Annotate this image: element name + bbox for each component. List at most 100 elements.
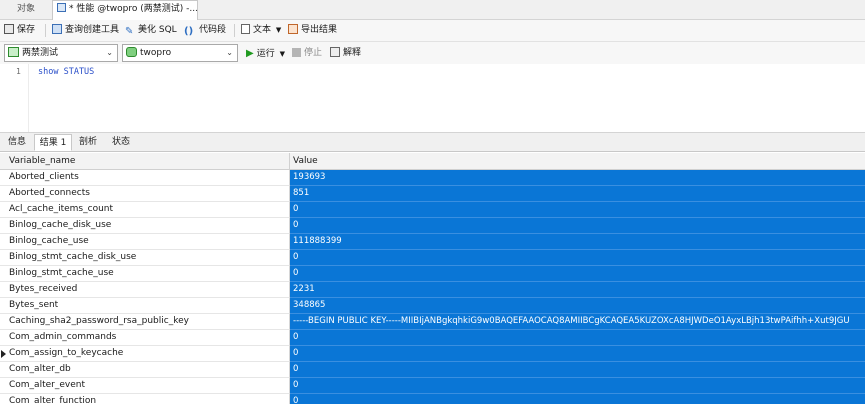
variable-name-cell[interactable]: Com_alter_event <box>0 378 290 394</box>
value-cell[interactable]: -----BEGIN PUBLIC KEY-----MIIBIjANBgkqhk… <box>290 314 865 330</box>
sql-editor[interactable]: 1 show STATUS <box>0 64 865 133</box>
column-header-variable-name[interactable]: Variable_name <box>0 153 290 169</box>
chevron-down-icon: ▼ <box>279 50 285 58</box>
table-row[interactable]: Aborted_connects 851 <box>0 186 865 202</box>
connection-icon <box>8 47 19 57</box>
table-row[interactable]: Com_alter_function 0 <box>0 394 865 404</box>
snippet-label: 代码段 <box>199 25 227 35</box>
query-builder-label: 查询创建工具 <box>65 25 120 35</box>
beautify-sql-label: 美化 SQL <box>138 25 177 35</box>
variable-name-cell[interactable]: Caching_sha2_password_rsa_public_key <box>0 314 290 330</box>
table-row[interactable]: Com_alter_event 0 <box>0 378 865 394</box>
variable-name-cell[interactable]: Bytes_sent <box>0 298 290 314</box>
sql-code[interactable]: show STATUS <box>38 67 94 77</box>
value-cell[interactable]: 0 <box>290 250 865 266</box>
beautify-sql-button[interactable]: ✎ 美化 SQL <box>125 23 177 38</box>
connection-value: 两禁测试 <box>22 48 59 58</box>
run-label: 运行 <box>256 49 275 59</box>
save-icon <box>4 24 14 34</box>
database-icon <box>126 47 137 57</box>
tab-result-1[interactable]: 结果 1 <box>34 134 72 151</box>
value-cell[interactable]: 111888399 <box>290 234 865 250</box>
line-number: 1 <box>16 67 21 76</box>
run-button[interactable]: ▶ 运行 ▼ <box>246 46 285 61</box>
variable-name-cell[interactable]: Com_admin_commands <box>0 330 290 346</box>
chevron-down-icon: ▼ <box>275 26 282 34</box>
table-row[interactable]: Binlog_stmt_cache_use 0 <box>0 266 865 282</box>
variable-name-cell[interactable]: Binlog_stmt_cache_use <box>0 266 290 282</box>
value-cell[interactable]: 0 <box>290 394 865 404</box>
table-row[interactable]: Bytes_sent 348865 <box>0 298 865 314</box>
explain-icon <box>330 47 340 57</box>
variable-name-cell[interactable]: Binlog_cache_use <box>0 234 290 250</box>
tab-query-label: * 性能 @twopro (两禁测试) -... <box>69 4 198 14</box>
document-tab-bar: 对象 * 性能 @twopro (两禁测试) -... <box>0 0 865 20</box>
toolbar-divider <box>234 24 235 37</box>
tab-status[interactable]: 状态 <box>106 134 136 151</box>
toolbar: 保存 查询创建工具 ✎ 美化 SQL () 代码段 文本 ▼ 导出结果 <box>0 20 865 42</box>
save-button[interactable]: 保存 <box>4 23 35 38</box>
variable-name-cell[interactable]: Acl_cache_items_count <box>0 202 290 218</box>
variable-name-cell[interactable]: Com_alter_db <box>0 362 290 378</box>
value-cell[interactable]: 0 <box>290 346 865 362</box>
value-cell[interactable]: 0 <box>290 330 865 346</box>
variable-name-cell[interactable]: Com_assign_to_keycache <box>0 346 290 362</box>
save-label: 保存 <box>17 25 36 35</box>
table-row[interactable]: Binlog_stmt_cache_disk_use 0 <box>0 250 865 266</box>
current-row-marker-icon <box>1 350 6 358</box>
stop-label: 停止 <box>304 48 323 58</box>
table-row[interactable]: Caching_sha2_password_rsa_public_key ----… <box>0 314 865 330</box>
table-row[interactable]: Binlog_cache_use 111888399 <box>0 234 865 250</box>
snippet-button[interactable]: () 代码段 <box>184 23 226 38</box>
column-header-value[interactable]: Value <box>290 153 865 169</box>
table-row[interactable]: Com_admin_commands 0 <box>0 330 865 346</box>
table-row[interactable]: Aborted_clients 193693 <box>0 170 865 186</box>
value-cell[interactable]: 0 <box>290 218 865 234</box>
stop-button[interactable]: 停止 <box>292 46 322 61</box>
table-row[interactable]: Bytes_received 2231 <box>0 282 865 298</box>
variable-name-cell[interactable]: Bytes_received <box>0 282 290 298</box>
text-button[interactable]: 文本 ▼ <box>241 23 281 38</box>
value-cell[interactable]: 348865 <box>290 298 865 314</box>
variable-name-cell[interactable]: Binlog_cache_disk_use <box>0 218 290 234</box>
query-builder-icon <box>52 24 62 34</box>
play-icon: ▶ <box>246 48 254 59</box>
value-cell[interactable]: 0 <box>290 362 865 378</box>
tab-info[interactable]: 信息 <box>2 134 32 151</box>
table-row[interactable]: Com_alter_db 0 <box>0 362 865 378</box>
export-icon <box>288 24 298 34</box>
tab-objects[interactable]: 对象 <box>0 0 52 19</box>
value-cell[interactable]: 0 <box>290 266 865 282</box>
toolbar-divider <box>45 24 46 37</box>
variable-name-cell[interactable]: Binlog_stmt_cache_disk_use <box>0 250 290 266</box>
explain-button[interactable]: 解释 <box>330 46 361 61</box>
table-row[interactable]: Com_assign_to_keycache 0 <box>0 346 865 362</box>
value-cell[interactable]: 0 <box>290 378 865 394</box>
magic-wand-icon: ✎ <box>125 26 134 37</box>
chevron-down-icon: ⌄ <box>226 48 233 57</box>
tab-query[interactable]: * 性能 @twopro (两禁测试) -... <box>52 0 198 20</box>
database-value: twopro <box>140 48 172 58</box>
stop-icon <box>292 48 301 57</box>
value-cell[interactable]: 2231 <box>290 282 865 298</box>
connection-bar: 两禁测试 ⌄ twopro ⌄ ▶ 运行 ▼ 停止 解释 <box>0 42 865 64</box>
query-builder-button[interactable]: 查询创建工具 <box>52 23 119 38</box>
tab-profile[interactable]: 剖析 <box>73 134 103 151</box>
line-gutter: 1 <box>0 64 29 132</box>
value-cell[interactable]: 851 <box>290 186 865 202</box>
connection-select[interactable]: 两禁测试 ⌄ <box>4 44 118 62</box>
value-cell[interactable]: 0 <box>290 202 865 218</box>
database-select[interactable]: twopro ⌄ <box>122 44 238 62</box>
value-cell[interactable]: 193693 <box>290 170 865 186</box>
result-grid[interactable]: Variable_name Value Aborted_clients 19369… <box>0 153 865 404</box>
variable-name-cell[interactable]: Com_alter_function <box>0 394 290 404</box>
chevron-down-icon: ⌄ <box>106 48 113 57</box>
result-tab-bar: 信息 结果 1 剖析 状态 <box>0 133 865 152</box>
text-label: 文本 <box>253 25 272 35</box>
variable-name-cell[interactable]: Aborted_connects <box>0 186 290 202</box>
table-row[interactable]: Binlog_cache_disk_use 0 <box>0 218 865 234</box>
variable-name-cell[interactable]: Aborted_clients <box>0 170 290 186</box>
explain-label: 解释 <box>343 48 362 58</box>
export-results-button[interactable]: 导出结果 <box>288 23 337 38</box>
table-row[interactable]: Acl_cache_items_count 0 <box>0 202 865 218</box>
